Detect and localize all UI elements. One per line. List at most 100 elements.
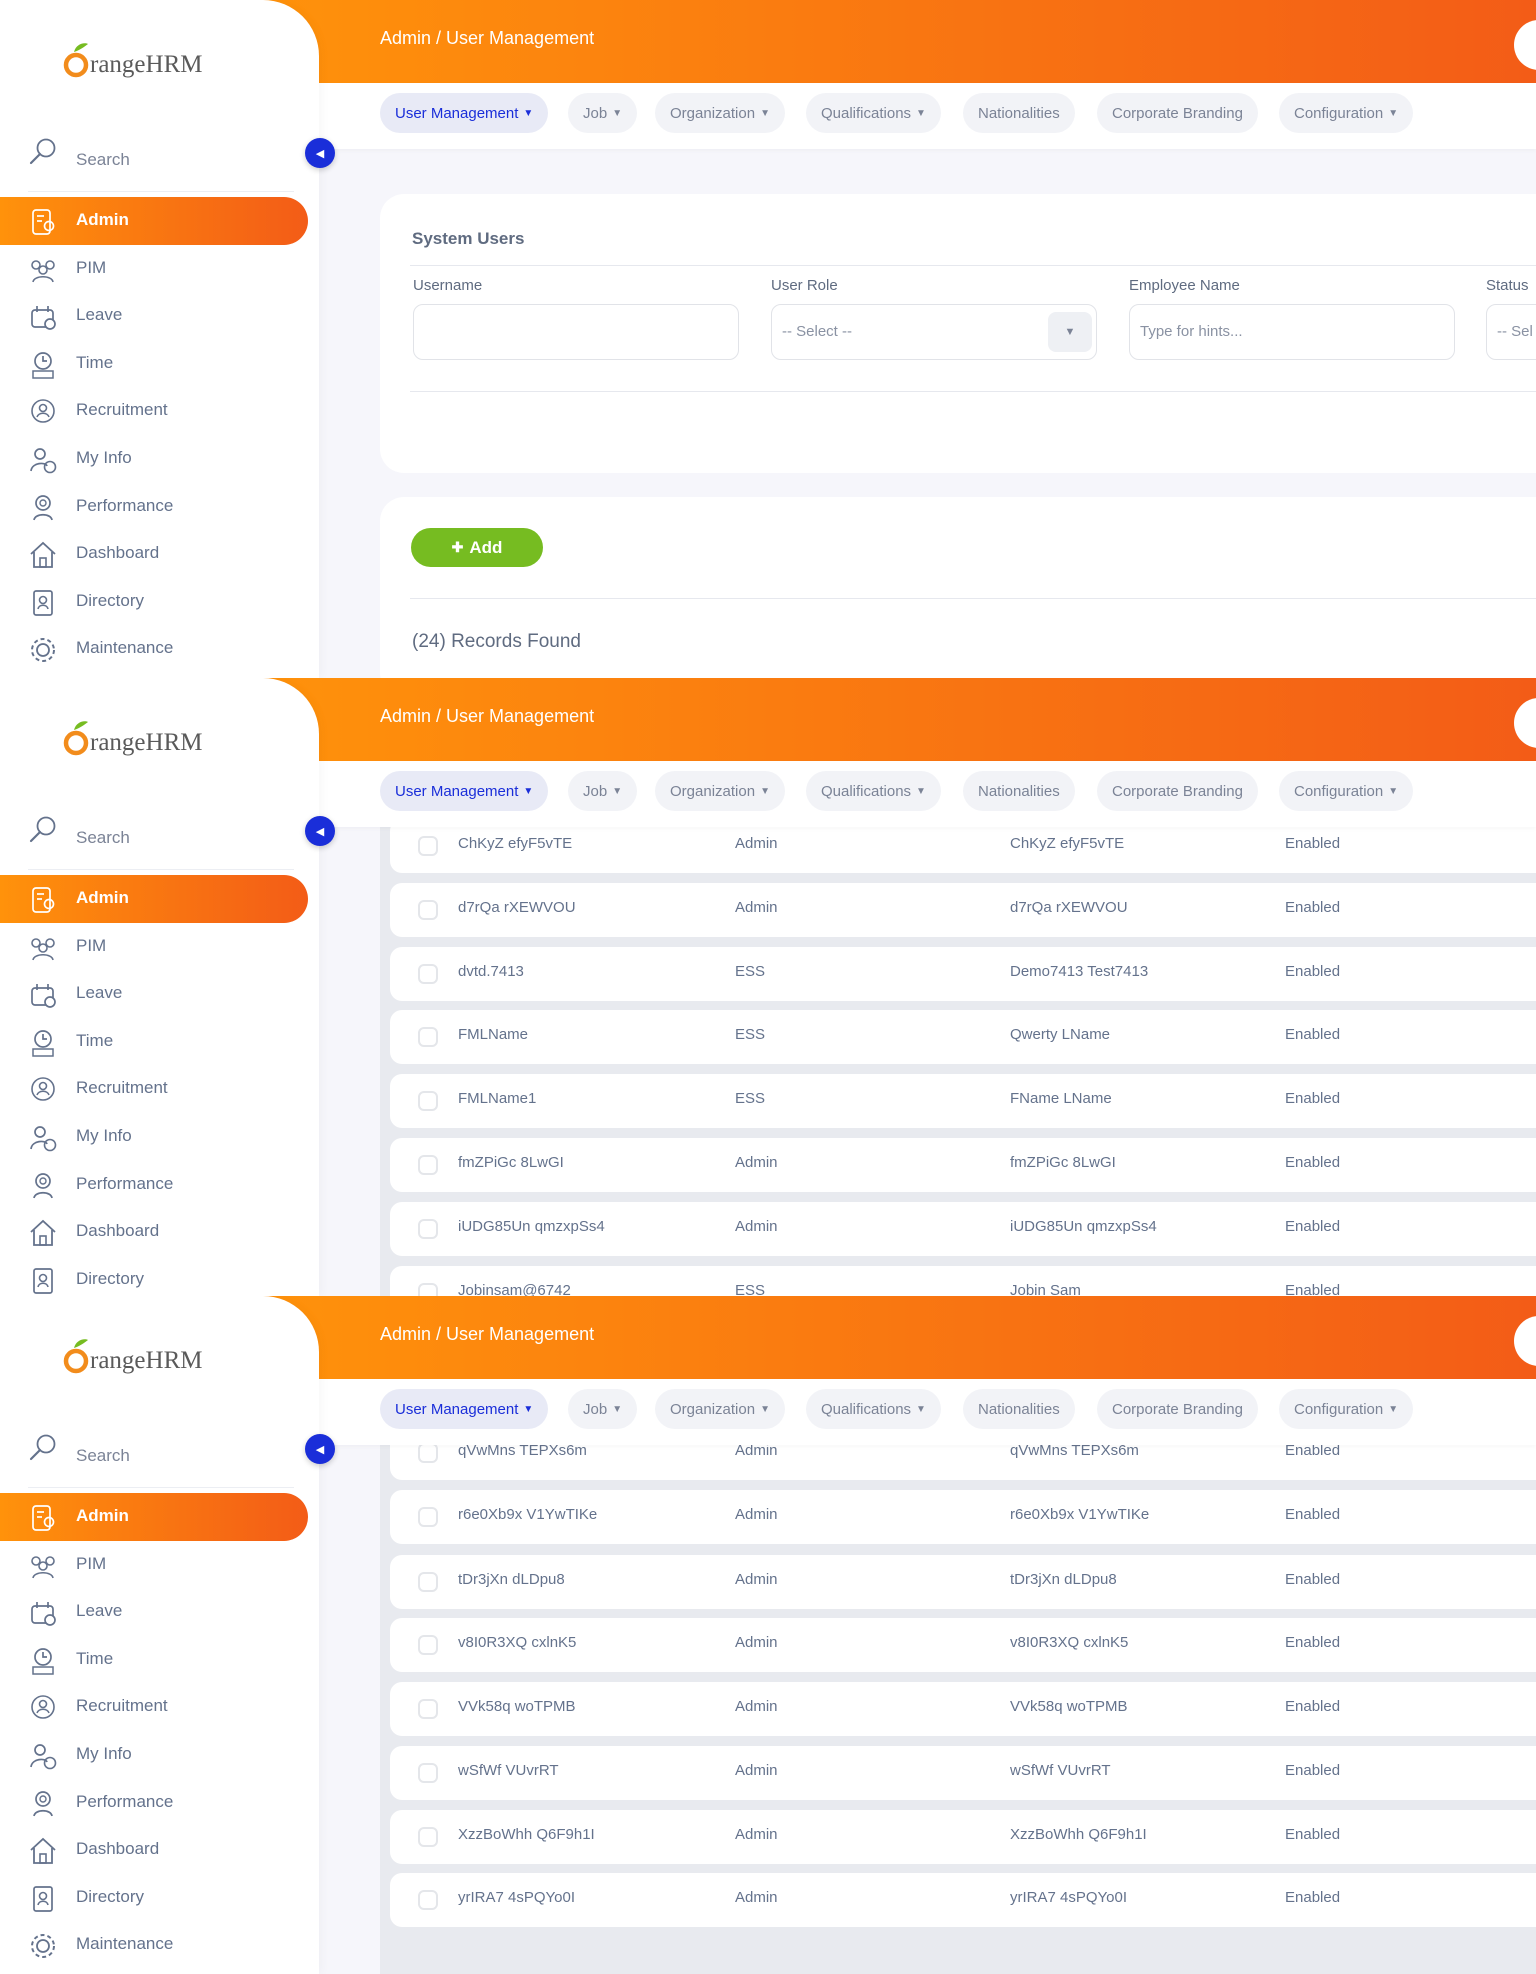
table-row[interactable]: Jobinsam@6742 ESS Jobin Sam Enabled xyxy=(390,1266,1536,1296)
row-checkbox[interactable] xyxy=(418,1572,438,1592)
sidebar-item-recruitment[interactable]: Recruitment xyxy=(0,1683,310,1731)
sidebar-item-leave[interactable]: Leave xyxy=(0,1588,310,1636)
tab-user-management[interactable]: User Management ▼ xyxy=(380,1389,549,1429)
sidebar-item-leave[interactable]: Leave xyxy=(0,292,310,340)
tab-nationalities[interactable]: Nationalities xyxy=(963,1389,1075,1429)
sidebar-item-dashboard[interactable]: Dashboard xyxy=(0,530,310,578)
sidebar-item-admin[interactable]: Admin xyxy=(0,197,308,245)
row-checkbox[interactable] xyxy=(418,964,438,984)
tab-job[interactable]: Job ▼ xyxy=(568,1389,638,1429)
sidebar-toggle-button[interactable]: ◀ xyxy=(305,816,335,846)
tab-job[interactable]: Job ▼ xyxy=(568,771,638,811)
row-checkbox[interactable] xyxy=(418,1827,438,1847)
tab-organization[interactable]: Organization ▼ xyxy=(655,93,785,133)
sidebar-item-pim[interactable]: PIM xyxy=(0,245,310,293)
tab-job[interactable]: Job ▼ xyxy=(568,93,638,133)
sidebar-item-pim[interactable]: PIM xyxy=(0,1541,310,1589)
tab-configuration[interactable]: Configuration ▼ xyxy=(1279,771,1414,811)
sidebar-item-time[interactable]: Time xyxy=(0,1636,310,1684)
row-checkbox[interactable] xyxy=(418,1219,438,1239)
tab-qualifications[interactable]: Qualifications ▼ xyxy=(806,771,941,811)
orangehrm-logo[interactable]: rangeHRM xyxy=(62,38,212,84)
sidebar-item-time[interactable]: Time xyxy=(0,340,310,388)
sidebar-item-recruitment[interactable]: Recruitment xyxy=(0,1065,310,1113)
table-row[interactable]: dvtd.7413 ESS Demo7413 Test7413 Enabled xyxy=(390,947,1536,1001)
tab-nationalities[interactable]: Nationalities xyxy=(963,93,1075,133)
row-checkbox[interactable] xyxy=(418,1155,438,1175)
sidebar-item-pim[interactable]: PIM xyxy=(0,923,310,971)
search-icon xyxy=(29,816,56,843)
add-button[interactable]: ✚ Add xyxy=(411,528,543,567)
user-avatar[interactable] xyxy=(1514,698,1536,748)
status-select[interactable]: -- Sel xyxy=(1486,304,1536,360)
tab-user-management[interactable]: User Management ▼ xyxy=(380,771,549,811)
user-role-select[interactable]: -- Select -- ▼ xyxy=(771,304,1097,360)
sidebar-item-my-info[interactable]: My Info xyxy=(0,1731,310,1779)
user-avatar[interactable] xyxy=(1514,1316,1536,1366)
tab-corporate-branding[interactable]: Corporate Branding xyxy=(1097,1389,1258,1429)
table-row[interactable]: wSfWf VUvrRT Admin wSfWf VUvrRT Enabled xyxy=(390,1746,1536,1800)
tab-organization[interactable]: Organization ▼ xyxy=(655,771,785,811)
sidebar-search[interactable]: Search xyxy=(28,1433,294,1488)
sidebar-item-performance[interactable]: Performance xyxy=(0,1779,310,1827)
sidebar-item-maintenance[interactable]: Maintenance xyxy=(0,625,310,673)
sidebar-item-directory[interactable]: Directory xyxy=(0,1874,310,1922)
username-input[interactable] xyxy=(413,304,739,360)
sidebar-item-admin[interactable]: Admin xyxy=(0,875,308,923)
row-checkbox[interactable] xyxy=(418,1763,438,1783)
cell-employee-name: XzzBoWhh Q6F9h1I xyxy=(1010,1826,1147,1843)
sidebar-search[interactable]: Search xyxy=(28,137,294,192)
employee-name-input[interactable]: Type for hints... xyxy=(1129,304,1455,360)
sidebar-item-directory[interactable]: Directory xyxy=(0,1256,310,1296)
table-row[interactable]: XzzBoWhh Q6F9h1I Admin XzzBoWhh Q6F9h1I Ena… xyxy=(390,1810,1536,1864)
sidebar-item-dashboard[interactable]: Dashboard xyxy=(0,1208,310,1256)
sidebar-item-directory[interactable]: Directory xyxy=(0,578,310,626)
sidebar-item-time[interactable]: Time xyxy=(0,1018,310,1066)
table-row[interactable]: VVk58q woTPMB Admin VVk58q woTPMB Enabled xyxy=(390,1682,1536,1736)
row-checkbox[interactable] xyxy=(418,1635,438,1655)
tab-corporate-branding[interactable]: Corporate Branding xyxy=(1097,93,1258,133)
tab-corporate-branding[interactable]: Corporate Branding xyxy=(1097,771,1258,811)
sidebar-item-recruitment[interactable]: Recruitment xyxy=(0,387,310,435)
tab-qualifications[interactable]: Qualifications ▼ xyxy=(806,93,941,133)
table-row[interactable]: ChKyZ efyF5vTE Admin ChKyZ efyF5vTE Enabled xyxy=(390,819,1536,873)
row-checkbox[interactable] xyxy=(418,836,438,856)
orangehrm-logo[interactable]: rangeHRM xyxy=(62,716,212,762)
sidebar-item-my-info[interactable]: My Info xyxy=(0,1113,310,1161)
row-checkbox[interactable] xyxy=(418,1283,438,1296)
row-checkbox[interactable] xyxy=(418,1091,438,1111)
table-row[interactable]: FMLName ESS Qwerty LName Enabled xyxy=(390,1010,1536,1064)
sidebar-item-leave[interactable]: Leave xyxy=(0,970,310,1018)
tab-configuration[interactable]: Configuration ▼ xyxy=(1279,1389,1414,1429)
row-checkbox[interactable] xyxy=(418,900,438,920)
row-checkbox[interactable] xyxy=(418,1699,438,1719)
sidebar-item-maintenance[interactable]: Maintenance xyxy=(0,1921,310,1969)
orangehrm-logo[interactable]: rangeHRM xyxy=(62,1334,212,1380)
sidebar-item-dashboard[interactable]: Dashboard xyxy=(0,1826,310,1874)
table-row[interactable]: FMLName1 ESS FName LName Enabled xyxy=(390,1074,1536,1128)
tab-nationalities[interactable]: Nationalities xyxy=(963,771,1075,811)
tab-user-management[interactable]: User Management ▼ xyxy=(380,93,549,133)
table-row[interactable]: yrIRA7 4sPQYo0I Admin yrIRA7 4sPQYo0I Enabl… xyxy=(390,1873,1536,1927)
tab-organization[interactable]: Organization ▼ xyxy=(655,1389,785,1429)
sidebar-item-admin[interactable]: Admin xyxy=(0,1493,308,1541)
row-checkbox[interactable] xyxy=(418,1443,438,1463)
row-checkbox[interactable] xyxy=(418,1890,438,1910)
table-row[interactable]: v8I0R3XQ cxlnK5 Admin v8I0R3XQ cxlnK5 Enabl… xyxy=(390,1618,1536,1672)
table-row[interactable]: r6e0Xb9x V1YwTIKe Admin r6e0Xb9x V1YwTIKe E… xyxy=(390,1490,1536,1544)
sidebar-toggle-button[interactable]: ◀ xyxy=(305,1434,335,1464)
sidebar-toggle-button[interactable]: ◀ xyxy=(305,138,335,168)
table-row[interactable]: fmZPiGc 8LwGI Admin fmZPiGc 8LwGI Enabled xyxy=(390,1138,1536,1192)
row-checkbox[interactable] xyxy=(418,1027,438,1047)
sidebar-item-performance[interactable]: Performance xyxy=(0,1161,310,1209)
sidebar-item-performance[interactable]: Performance xyxy=(0,483,310,531)
sidebar-search[interactable]: Search xyxy=(28,815,294,870)
tab-configuration[interactable]: Configuration ▼ xyxy=(1279,93,1414,133)
row-checkbox[interactable] xyxy=(418,1507,438,1527)
table-row[interactable]: iUDG85Un qmzxpSs4 Admin iUDG85Un qmzxpSs4 E… xyxy=(390,1202,1536,1256)
tab-qualifications[interactable]: Qualifications ▼ xyxy=(806,1389,941,1429)
user-avatar[interactable] xyxy=(1514,20,1536,70)
sidebar-item-my-info[interactable]: My Info xyxy=(0,435,310,483)
table-row[interactable]: d7rQa rXEWVOU Admin d7rQa rXEWVOU Enabled xyxy=(390,883,1536,937)
table-row[interactable]: tDr3jXn dLDpu8 Admin tDr3jXn dLDpu8 Enabled xyxy=(390,1555,1536,1609)
